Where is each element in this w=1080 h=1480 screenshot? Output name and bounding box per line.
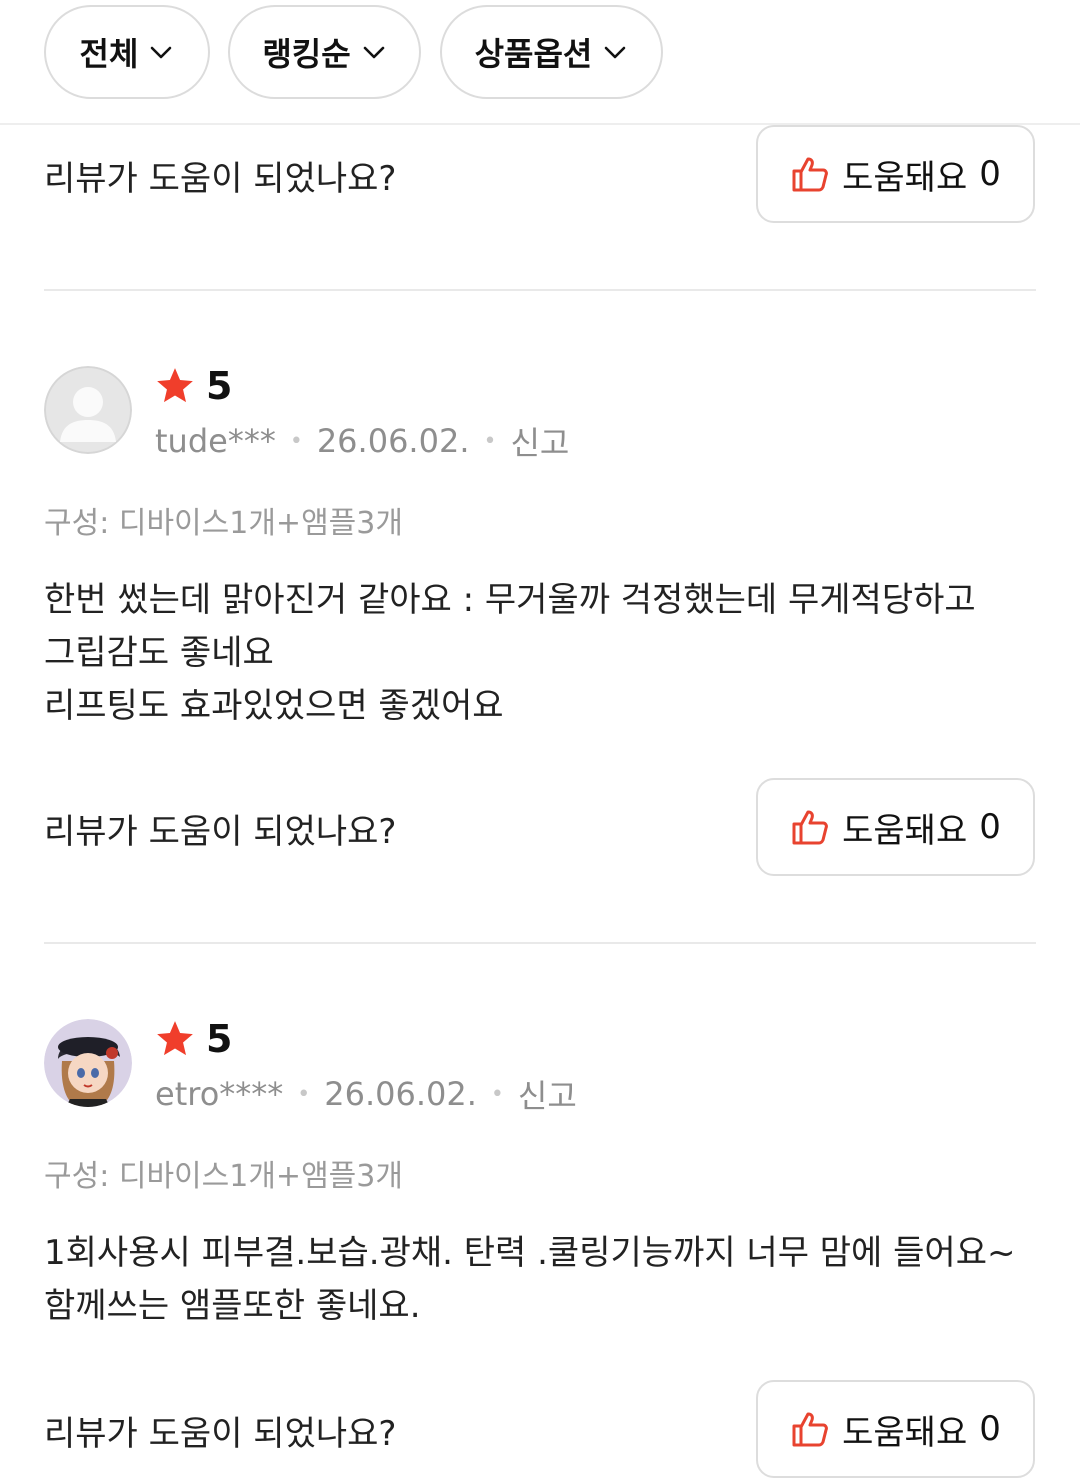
helpful-count: 0 <box>979 154 1001 194</box>
review-line: 1회사용시 피부결.보습.광채. 탄력 .쿨링기능까지 너무 맘에 들어요~ <box>44 1233 1016 1273</box>
filter-option-label: 상품옵션 <box>474 35 593 73</box>
helpful-button[interactable]: 도움돼요 0 <box>756 1380 1035 1478</box>
review-line: 한번 썼는데 맑아진거 같아요 : 무거울까 걱정했는데 무게적당하고 <box>44 580 976 620</box>
chevron-down-icon <box>148 39 174 65</box>
rating-score: 5 <box>206 1017 233 1061</box>
review-date: 26.06.02. <box>324 1075 477 1113</box>
review-option: 구성: 디바이스1개+앰플3개 <box>44 1159 403 1194</box>
filter-all-dropdown[interactable]: 전체 <box>44 5 210 99</box>
helpful-label: 도움돼요 <box>842 1412 968 1453</box>
helpful-row: 리뷰가 도움이 되었나요? 도움돼요 0 <box>0 1380 1080 1480</box>
rating: 5 <box>154 364 232 408</box>
star-icon <box>154 365 196 407</box>
review-content: 한번 썼는데 맑아진거 같아요 : 무거울까 걱정했는데 무게적당하고 그립감도… <box>44 574 1034 733</box>
divider <box>44 289 1036 291</box>
rating: 5 <box>154 1017 232 1061</box>
rating-score: 5 <box>206 364 233 408</box>
thumbs-up-icon <box>790 154 830 194</box>
reviewer-name: tude*** <box>155 422 276 460</box>
review-line: 그립감도 좋네요 <box>44 633 274 673</box>
review-content: 1회사용시 피부결.보습.광채. 탄력 .쿨링기능까지 너무 맘에 들어요~ 함… <box>44 1227 1034 1333</box>
divider <box>44 942 1036 944</box>
filter-option-dropdown[interactable]: 상품옵션 <box>440 5 663 99</box>
review-line: 리프팅도 효과있었으면 좋겠어요 <box>44 686 504 726</box>
avatar <box>44 366 132 454</box>
separator-dot: • <box>483 428 497 454</box>
review-meta: etro**** • 26.06.02. • 신고 <box>155 1071 577 1117</box>
separator-dot: • <box>490 1081 504 1107</box>
reviewer-name: etro**** <box>155 1075 284 1113</box>
thumbs-up-icon <box>790 807 830 847</box>
report-link[interactable]: 신고 <box>510 418 569 464</box>
helpful-row: 리뷰가 도움이 되었나요? 도움돼요 0 <box>0 778 1080 878</box>
helpful-question: 리뷰가 도움이 되었나요? <box>44 812 397 852</box>
separator-dot: • <box>297 1081 311 1107</box>
helpful-label: 도움돼요 <box>842 157 968 198</box>
helpful-question: 리뷰가 도움이 되었나요? <box>44 1414 397 1454</box>
review-option: 구성: 디바이스1개+앰플3개 <box>44 506 403 541</box>
helpful-label: 도움돼요 <box>842 810 968 851</box>
helpful-button[interactable]: 도움돼요 0 <box>756 778 1035 876</box>
star-icon <box>154 1018 196 1060</box>
review-meta: tude*** • 26.06.02. • 신고 <box>155 418 569 464</box>
thumbs-up-icon <box>790 1409 830 1449</box>
helpful-count: 0 <box>979 807 1001 847</box>
helpful-row: 리뷰가 도움이 되었나요? 도움돼요 0 <box>0 125 1080 225</box>
filter-ranking-dropdown[interactable]: 랭킹순 <box>228 5 421 99</box>
chevron-down-icon <box>602 39 628 65</box>
helpful-count: 0 <box>979 1409 1001 1449</box>
review-date: 26.06.02. <box>316 422 470 460</box>
helpful-question: 리뷰가 도움이 되었나요? <box>44 159 397 199</box>
separator-dot: • <box>289 428 303 454</box>
report-link[interactable]: 신고 <box>518 1071 577 1117</box>
filter-ranking-label: 랭킹순 <box>262 35 351 73</box>
chevron-down-icon <box>361 39 387 65</box>
review-line: 함께쓰는 앰플또한 좋네요. <box>44 1286 421 1326</box>
helpful-button[interactable]: 도움돼요 0 <box>756 125 1035 223</box>
avatar <box>44 1019 132 1107</box>
filter-bar: 전체 랭킹순 상품옵션 <box>0 0 1080 125</box>
filter-all-label: 전체 <box>79 35 139 73</box>
